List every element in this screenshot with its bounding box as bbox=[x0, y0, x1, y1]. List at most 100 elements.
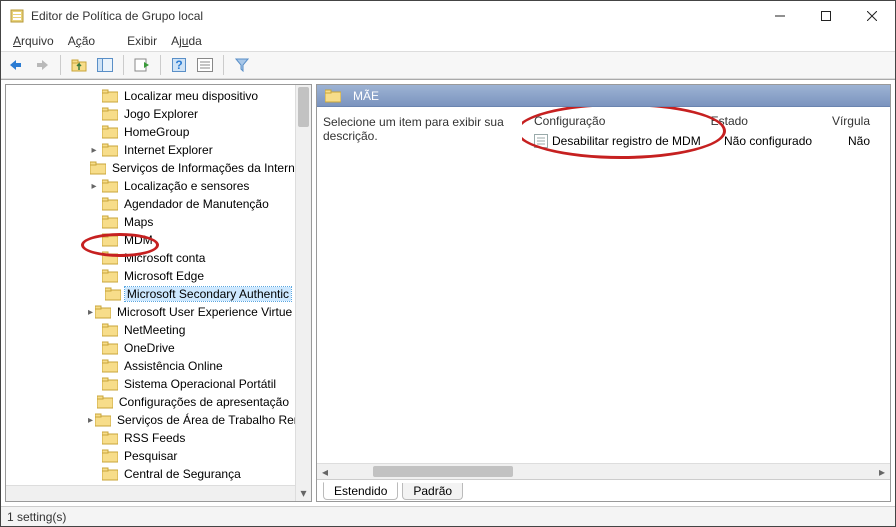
app-window: Editor de Política de Grupo local Arquiv… bbox=[0, 0, 896, 527]
folder-icon bbox=[102, 467, 118, 481]
detail-header: MÃE bbox=[317, 85, 890, 107]
expand-icon[interactable]: ▸ bbox=[88, 145, 100, 156]
scroll-thumb[interactable] bbox=[298, 87, 309, 127]
tree-item[interactable]: Serviços de Informações da Internet bbox=[6, 159, 295, 177]
tree-item[interactable]: Agendador de Manutenção bbox=[6, 195, 295, 213]
export-button[interactable] bbox=[131, 54, 153, 76]
back-button[interactable] bbox=[5, 54, 27, 76]
tree-item-label: Microsoft Secondary Authentic bbox=[125, 287, 291, 301]
help-button[interactable]: ? bbox=[168, 54, 190, 76]
setting-comment: Não bbox=[844, 134, 888, 148]
tree-item-label: Microsoft Edge bbox=[122, 269, 206, 283]
folder-icon bbox=[102, 341, 118, 355]
folder-icon bbox=[102, 431, 118, 445]
tree-item-label: Serviços de Área de Trabalho Remota bbox=[115, 413, 295, 427]
tree-vertical-scrollbar[interactable]: ▴ ▾ bbox=[295, 85, 311, 501]
menu-file[interactable]: Arquivo bbox=[7, 34, 60, 48]
toolbar-separator bbox=[223, 55, 224, 75]
folder-icon bbox=[102, 359, 118, 373]
app-icon bbox=[9, 8, 25, 24]
expand-icon[interactable]: ▸ bbox=[88, 181, 100, 192]
tree-item[interactable]: Microsoft Secondary Authentic bbox=[6, 285, 295, 303]
menu-action[interactable]: Ação bbox=[62, 34, 101, 48]
setting-row[interactable]: Desabilitar registro de MDM Não configur… bbox=[522, 131, 890, 151]
up-folder-button[interactable] bbox=[68, 54, 90, 76]
tree-item[interactable]: Jogo Explorer bbox=[6, 105, 295, 123]
tree-horizontal-scrollbar[interactable] bbox=[6, 485, 295, 501]
settings-column: Configuração Estado Vírgula Desabilitar … bbox=[522, 107, 890, 479]
scroll-down-arrow-icon[interactable]: ▾ bbox=[296, 485, 311, 501]
expand-icon[interactable]: ▸ bbox=[88, 307, 93, 318]
column-headers: Configuração Estado Vírgula bbox=[522, 111, 890, 131]
tree-item-label: Jogo Explorer bbox=[122, 107, 200, 121]
tree-item-label: Microsoft conta bbox=[122, 251, 207, 265]
detail-body: Selecione um item para exibir sua descri… bbox=[317, 107, 890, 479]
tree-view[interactable]: Localizar meu dispositivo Jogo Explorer Ho… bbox=[6, 85, 295, 501]
tree-item[interactable]: Sistema Operacional Portátil bbox=[6, 375, 295, 393]
folder-icon bbox=[102, 143, 118, 157]
folder-icon bbox=[102, 323, 118, 337]
tree-item-label: Pesquisar bbox=[122, 449, 179, 463]
scroll-right-arrow-icon[interactable]: ▸ bbox=[874, 465, 890, 479]
titlebar[interactable]: Editor de Política de Grupo local bbox=[1, 1, 895, 31]
folder-icon bbox=[102, 179, 118, 193]
show-hide-tree-button[interactable] bbox=[94, 54, 116, 76]
folder-icon bbox=[102, 233, 118, 247]
tree-item[interactable]: ▸Internet Explorer bbox=[6, 141, 295, 159]
tree-item[interactable]: Microsoft conta bbox=[6, 249, 295, 267]
detail-tabs: Estendido Padrão bbox=[317, 479, 890, 501]
folder-icon bbox=[102, 197, 118, 211]
toolbar: ? bbox=[1, 51, 895, 79]
tree-item[interactable]: Maps bbox=[6, 213, 295, 231]
tab-extended[interactable]: Estendido bbox=[323, 482, 398, 500]
column-header-comment[interactable]: Vírgula bbox=[822, 114, 888, 128]
tree-item-label: RSS Feeds bbox=[122, 431, 187, 445]
tab-standard[interactable]: Padrão bbox=[402, 483, 463, 500]
menu-help[interactable]: Ajuda bbox=[165, 34, 208, 48]
toolbar-separator bbox=[60, 55, 61, 75]
tree-item-label: Central de Segurança bbox=[122, 467, 243, 481]
scroll-thumb[interactable] bbox=[373, 466, 513, 477]
tree-item-label: Agendador de Manutenção bbox=[122, 197, 271, 211]
tree-item[interactable]: Assistência Online bbox=[6, 357, 295, 375]
tree-item[interactable]: ▸Localização e sensores bbox=[6, 177, 295, 195]
tree-item[interactable]: HomeGroup bbox=[6, 123, 295, 141]
tree-item[interactable]: MDM bbox=[6, 231, 295, 249]
folder-icon bbox=[102, 215, 118, 229]
menu-view[interactable]: Exibir bbox=[121, 34, 163, 48]
tree-item-label: HomeGroup bbox=[122, 125, 191, 139]
folder-icon bbox=[97, 395, 113, 409]
tree-item[interactable]: RSS Feeds bbox=[6, 429, 295, 447]
column-header-state[interactable]: Estado bbox=[701, 114, 822, 128]
tree-item-label: Assistência Online bbox=[122, 359, 225, 373]
tree-item[interactable]: ▸ Serviços de Área de Trabalho Remota bbox=[6, 411, 295, 429]
tree-item-label: Maps bbox=[122, 215, 155, 229]
tree-item-label: Microsoft User Experience Virtue bbox=[115, 305, 294, 319]
expand-icon[interactable]: ▸ bbox=[88, 415, 93, 426]
tree-item[interactable]: Central de Segurança bbox=[6, 465, 295, 483]
tree-item[interactable]: OneDrive bbox=[6, 339, 295, 357]
scroll-track[interactable] bbox=[333, 464, 874, 479]
tree-item[interactable]: Pesquisar bbox=[6, 447, 295, 465]
folder-icon bbox=[102, 251, 118, 265]
tree-item[interactable]: Microsoft Edge bbox=[6, 267, 295, 285]
tree-item-label: Serviços de Informações da Internet bbox=[110, 161, 295, 175]
tree-item[interactable]: Localizar meu dispositivo bbox=[6, 87, 295, 105]
maximize-button[interactable] bbox=[803, 1, 849, 31]
minimize-button[interactable] bbox=[757, 1, 803, 31]
forward-button[interactable] bbox=[31, 54, 53, 76]
folder-icon bbox=[105, 287, 121, 301]
folder-icon bbox=[102, 377, 118, 391]
tree-item[interactable]: Configurações de apresentação bbox=[6, 393, 295, 411]
scroll-left-arrow-icon[interactable]: ◂ bbox=[317, 465, 333, 479]
close-button[interactable] bbox=[849, 1, 895, 31]
status-text: 1 setting(s) bbox=[7, 510, 66, 524]
properties-button[interactable] bbox=[194, 54, 216, 76]
setting-icon bbox=[534, 134, 548, 148]
tree-item[interactable]: NetMeeting bbox=[6, 321, 295, 339]
column-header-setting[interactable]: Configuração bbox=[524, 114, 701, 128]
tree-item[interactable]: ▸ Microsoft User Experience Virtue bbox=[6, 303, 295, 321]
detail-horizontal-scrollbar[interactable]: ◂ ▸ bbox=[317, 463, 890, 479]
folder-icon bbox=[90, 161, 106, 175]
filter-button[interactable] bbox=[231, 54, 253, 76]
